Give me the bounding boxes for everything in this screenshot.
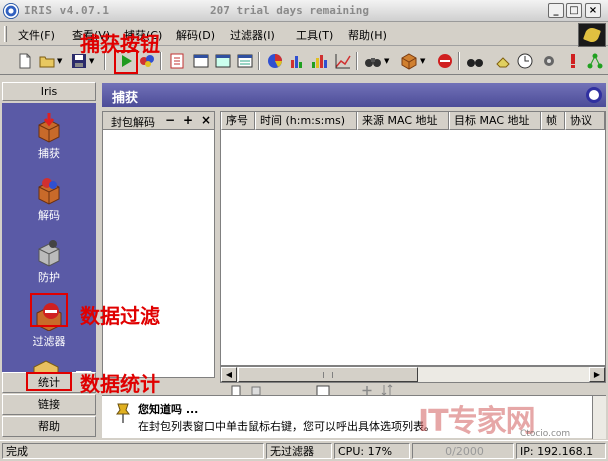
sidebar-item-label: 解码 — [38, 209, 60, 222]
scroll-right-button[interactable]: ▶ — [589, 367, 605, 382]
decode-icon — [38, 178, 60, 205]
toolbar-separator — [160, 52, 162, 70]
status-ip: IP: 192.168.1 — [516, 443, 606, 459]
pie-icon[interactable] — [266, 52, 284, 70]
scroll-thumb[interactable] — [238, 367, 418, 382]
scroll-left-button[interactable]: ◀ — [221, 367, 237, 382]
toolbar-separator — [458, 52, 460, 70]
maximize-button[interactable]: □ — [566, 3, 582, 18]
minimize-button[interactable]: _ — [548, 3, 564, 18]
annotation-filter-box — [30, 293, 68, 327]
menu-tools[interactable]: 工具(T) — [296, 27, 333, 43]
open-dropdown-icon[interactable]: ▼ — [57, 57, 62, 65]
sidebar-item-protect[interactable]: 防护 — [2, 235, 96, 285]
toolbar-separator — [356, 52, 358, 70]
sidebar-bar-help[interactable]: 帮助 — [2, 416, 96, 437]
menu-grip — [4, 26, 7, 42]
sidebar-item-capture[interactable]: 捕获 — [2, 111, 96, 161]
menu-file[interactable]: 文件(F) — [18, 27, 55, 43]
menu-filter[interactable]: 过滤器(I) — [230, 27, 275, 43]
decode-pane-title: 封包解码 — [111, 116, 155, 129]
clock-icon[interactable] — [516, 52, 534, 70]
packet-list[interactable]: 序号 时间 (h:m:s:ms) 来源 MAC 地址 目标 MAC 地址 帧 协… — [220, 111, 606, 366]
menu-help[interactable]: 帮助(H) — [348, 27, 387, 43]
gear-icon[interactable] — [540, 52, 558, 70]
status-cpu: CPU: 17% — [334, 443, 410, 459]
column-header-dst-mac[interactable]: 目标 MAC 地址 — [449, 112, 541, 130]
eraser-icon[interactable] — [494, 52, 512, 70]
save-dropdown-icon[interactable]: ▼ — [89, 57, 94, 65]
status-bar: 完成 无过滤器 CPU: 17% 0/2000 IP: 192.168.1 — [0, 440, 608, 461]
packet-list-header: 序号 时间 (h:m:s:ms) 来源 MAC 地址 目标 MAC 地址 帧 协… — [221, 112, 605, 130]
bar-chart-icon[interactable] — [288, 52, 306, 70]
annotation-stats-box — [26, 372, 72, 391]
tip-title: 您知道吗 ... — [138, 403, 199, 416]
find-icon[interactable] — [466, 52, 484, 70]
column-header-src-mac[interactable]: 来源 MAC 地址 — [357, 112, 449, 130]
protect-icon — [38, 240, 60, 267]
cube-dropdown-icon[interactable]: ▼ — [420, 57, 425, 65]
cube-icon[interactable] — [400, 52, 418, 70]
collapse-button[interactable]: − — [165, 113, 175, 127]
watermark-site: Ctocio.com — [520, 429, 571, 439]
tip-scrollbar[interactable] — [592, 396, 606, 439]
expand-button[interactable]: + — [183, 113, 193, 127]
decode-pane[interactable]: 封包解码 − + × — [102, 111, 215, 378]
column-header-protocol[interactable]: 协议 — [565, 112, 605, 130]
capture-icon — [38, 113, 60, 143]
pushpin-icon — [116, 403, 130, 423]
bar-chart2-icon[interactable] — [310, 52, 328, 70]
annotation-capture-box — [114, 50, 138, 74]
status-progress: 0/2000 — [412, 443, 514, 459]
decode-icon[interactable] — [168, 52, 186, 70]
horizontal-scrollbar[interactable]: ◀ ▶ — [220, 366, 606, 383]
stop-icon[interactable] — [436, 52, 454, 70]
annotation-data-stats: 数据统计 — [80, 372, 160, 396]
toolbar-separator — [258, 52, 260, 70]
new-icon[interactable] — [16, 52, 34, 70]
page-title: 捕获 — [112, 91, 139, 106]
main-area: 捕获 封包解码 − + × 序号 时间 (h:m:s:ms) 来源 MAC 地址… — [102, 83, 606, 439]
binoculars-filter-icon[interactable] — [364, 52, 382, 70]
app-icon — [3, 3, 19, 19]
sidebar-header: Iris — [2, 82, 96, 101]
capture-header: 捕获 — [102, 83, 606, 107]
status-filter: 无过滤器 — [266, 443, 332, 459]
window3-icon[interactable] — [236, 52, 254, 70]
column-header-time[interactable]: 时间 (h:m:s:ms) — [255, 112, 357, 130]
decode-close-button[interactable]: × — [201, 113, 211, 127]
window-title: IRIS v4.07.1 — [24, 4, 110, 17]
network-icon[interactable] — [586, 52, 604, 70]
title-bar: IRIS v4.07.1 207 trial days remaining _ … — [0, 0, 608, 22]
open-icon[interactable] — [38, 52, 56, 70]
tip-message: 在封包列表窗口中单击鼠标右键，您可以呼出具体选项列表。 — [138, 420, 435, 433]
close-button[interactable]: × — [585, 3, 601, 18]
filter-dropdown-icon[interactable]: ▼ — [384, 57, 389, 65]
brand-logo — [578, 23, 606, 47]
status-text: 完成 — [2, 443, 264, 459]
window2-icon[interactable] — [214, 52, 232, 70]
watermark-logo: IT专家网 — [418, 404, 536, 439]
column-header-index[interactable]: 序号 — [221, 112, 255, 130]
sidebar-item-label: 过滤器 — [32, 335, 66, 348]
sidebar-item-label: 捕获 — [38, 147, 60, 160]
sidebar-panel: 捕获 解码 防护 过滤器 ▼ — [2, 103, 96, 387]
sidebar-partial-icon — [33, 360, 59, 373]
logo-star-icon — [583, 26, 601, 44]
alert-icon[interactable] — [564, 52, 582, 70]
sidebar-item-label: 防护 — [38, 271, 60, 284]
sidebar-bar-links[interactable]: 链接 — [2, 394, 96, 415]
trial-notice: 207 trial days remaining — [210, 4, 369, 17]
window1-icon[interactable] — [192, 52, 210, 70]
options-icon[interactable] — [586, 87, 602, 103]
decode-pane-header: 封包解码 − + × — [103, 112, 214, 130]
annotation-data-filter: 数据过滤 — [80, 304, 160, 328]
sidebar-item-decode[interactable]: 解码 — [2, 173, 96, 223]
column-header-frame[interactable]: 帧 — [541, 112, 565, 130]
menu-decode[interactable]: 解码(D) — [176, 27, 215, 43]
line-chart-icon[interactable] — [334, 52, 352, 70]
